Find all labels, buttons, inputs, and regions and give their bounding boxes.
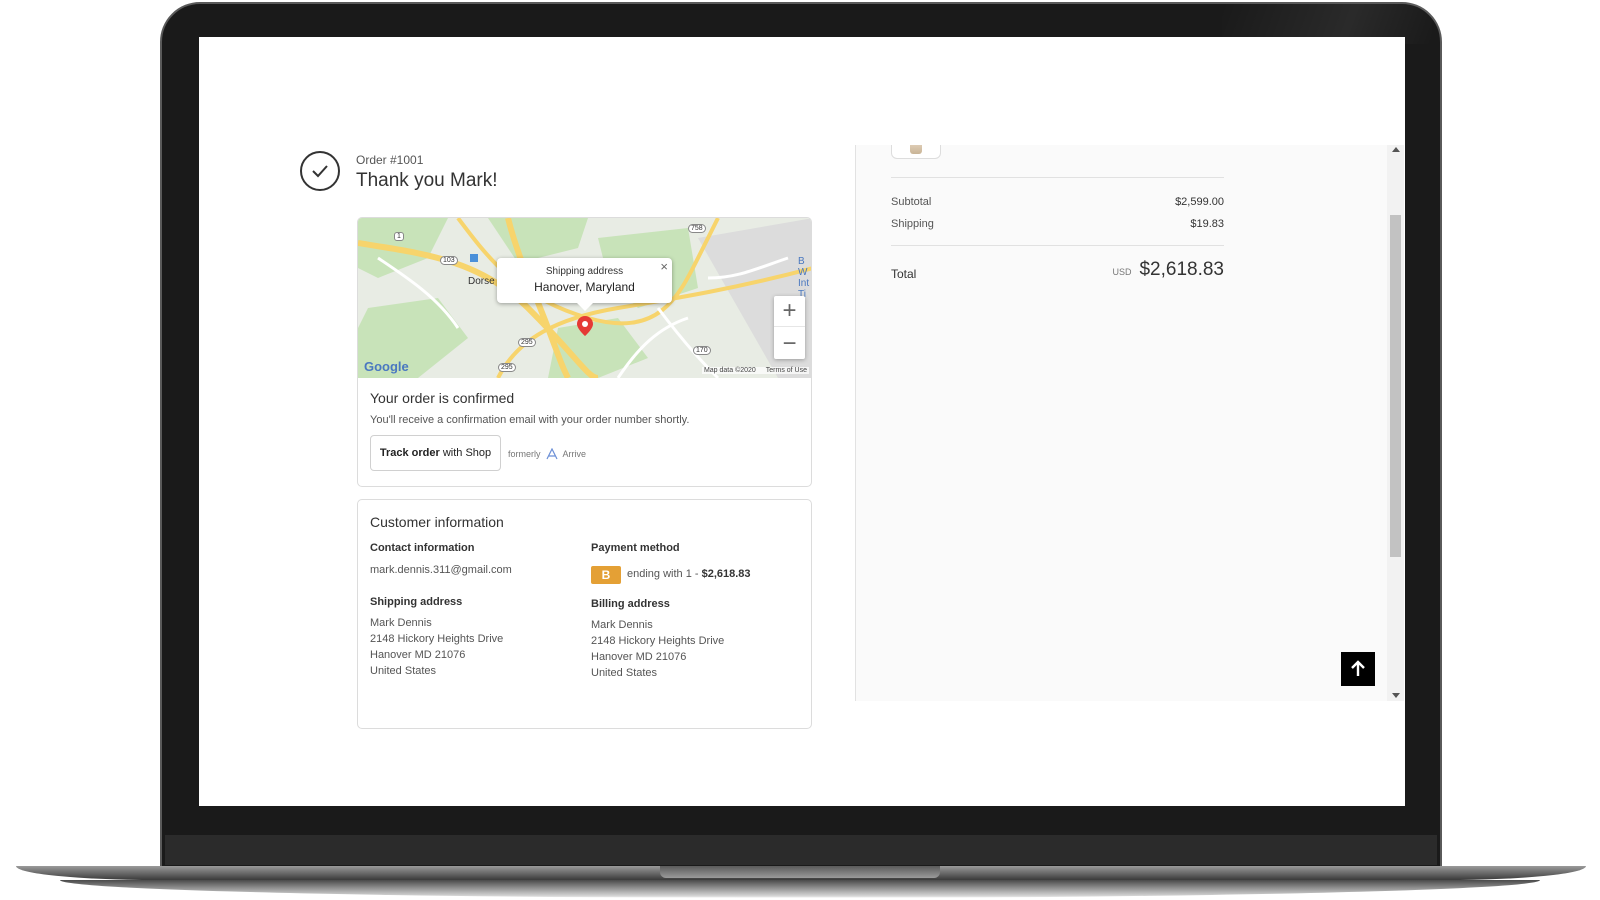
payment-card-icon: B xyxy=(591,566,621,584)
scroll-down-icon[interactable] xyxy=(1392,693,1400,698)
close-icon[interactable]: × xyxy=(660,259,668,274)
terms-link[interactable]: Terms of Use xyxy=(766,367,807,374)
arrive-logo-icon xyxy=(545,448,558,460)
formerly-arrive: formerly Arrive xyxy=(508,448,586,460)
laptop-hinge xyxy=(660,866,940,878)
shipping-address: Mark Dennis 2148 Hickory Heights Drive H… xyxy=(370,615,503,679)
billing-address-label: Billing address xyxy=(591,598,670,610)
address-line: United States xyxy=(370,665,437,677)
payment-details: ending with 1 - $2,618.83 xyxy=(627,568,751,580)
track-order-label: Track order xyxy=(379,447,440,459)
map-route-label: 1 xyxy=(394,232,404,241)
shipping-row: Shipping $19.83 xyxy=(891,218,1224,230)
formerly-label: formerly xyxy=(508,449,541,459)
address-line: United States xyxy=(591,667,658,679)
map-place-label-right: B W Int Ti xyxy=(798,256,810,300)
scroll-up-icon[interactable] xyxy=(1392,147,1400,152)
popup-city: Hanover, Maryland xyxy=(534,280,635,294)
payment-ending-text: ending with 1 - xyxy=(627,568,699,580)
map-route-label: 103 xyxy=(440,256,458,265)
zoom-in-button[interactable]: + xyxy=(774,296,805,327)
order-number: Order #1001 xyxy=(356,153,424,167)
map-data-text: Map data ©2020 xyxy=(703,367,756,374)
subtotal-value: $2,599.00 xyxy=(1175,196,1224,208)
shipping-address-label: Shipping address xyxy=(370,596,463,608)
address-line: Hanover MD 21076 xyxy=(591,651,687,663)
scroll-thumb[interactable] xyxy=(1390,215,1401,557)
map-zoom-control: + − xyxy=(774,296,805,359)
map-attribution: Map data ©2020 Terms of Use xyxy=(701,367,809,374)
address-line: Mark Dennis xyxy=(591,619,653,631)
address-line: Hanover MD 21076 xyxy=(370,649,466,661)
map-place-label: Dorse xyxy=(468,276,495,287)
scrollbar[interactable] xyxy=(1387,145,1404,701)
total-row: Total USD $2,618.83 xyxy=(891,259,1224,281)
arrive-label: Arrive xyxy=(562,449,587,459)
confirmation-title: Your order is confirmed xyxy=(370,390,515,406)
zoom-out-button[interactable]: − xyxy=(774,328,805,359)
total-value: $2,618.83 xyxy=(1139,259,1224,280)
map-route-label: 170 xyxy=(693,346,711,355)
shipping-value: $19.83 xyxy=(1190,218,1224,230)
map-route-label: 295 xyxy=(518,338,536,347)
arrow-up-icon xyxy=(1351,660,1365,676)
total-currency: USD xyxy=(1112,267,1132,277)
order-summary-sidebar: Subtotal $2,599.00 Shipping $19.83 Total… xyxy=(855,145,1387,701)
product-thumbnail xyxy=(891,145,941,159)
map-route-label: 758 xyxy=(688,224,706,233)
shipping-label: Shipping xyxy=(891,218,934,230)
confirmation-message: You'll receive a confirmation email with… xyxy=(370,414,690,426)
contact-info-label: Contact information xyxy=(370,542,475,554)
customer-information-card: Customer information Contact information… xyxy=(357,499,812,729)
laptop-base-shadow xyxy=(60,880,1540,898)
divider xyxy=(891,177,1224,178)
shipping-address-popup: Shipping address Hanover, Maryland × xyxy=(497,258,672,311)
track-order-suffix: with Shop xyxy=(442,447,492,459)
total-amount-group: USD $2,618.83 xyxy=(1112,259,1224,281)
total-label: Total xyxy=(891,267,917,281)
check-circle-icon xyxy=(300,151,340,191)
billing-address: Mark Dennis 2148 Hickory Heights Drive H… xyxy=(591,617,724,681)
payment-amount: $2,618.83 xyxy=(701,568,751,580)
back-to-top-button[interactable] xyxy=(1341,652,1375,686)
popup-label: Shipping address xyxy=(545,266,624,277)
subtotal-row: Subtotal $2,599.00 xyxy=(891,196,1224,208)
screen: Order #1001 Thank you Mark! 1 103 295 29… xyxy=(199,37,1405,806)
map-pin-icon xyxy=(577,316,593,336)
address-line: 2148 Hickory Heights Drive xyxy=(370,633,504,645)
subtotal-label: Subtotal xyxy=(891,196,932,208)
divider xyxy=(891,245,1224,246)
address-line: 2148 Hickory Heights Drive xyxy=(591,635,725,647)
google-logo: Google xyxy=(364,359,409,374)
address-line: Mark Dennis xyxy=(370,617,432,629)
page-title: Thank you Mark! xyxy=(356,170,498,191)
payment-method-label: Payment method xyxy=(591,542,680,554)
contact-email: mark.dennis.311@gmail.com xyxy=(370,564,512,576)
track-order-button[interactable]: Track order with Shop xyxy=(370,435,501,471)
shipping-map[interactable]: 1 103 295 295 170 758 Dorse B W Int Ti S… xyxy=(358,218,811,378)
map-route-label: 295 xyxy=(498,363,516,372)
laptop-chin xyxy=(165,835,1437,865)
order-confirmation-card: 1 103 295 295 170 758 Dorse B W Int Ti S… xyxy=(357,217,812,487)
customer-info-title: Customer information xyxy=(370,514,504,530)
